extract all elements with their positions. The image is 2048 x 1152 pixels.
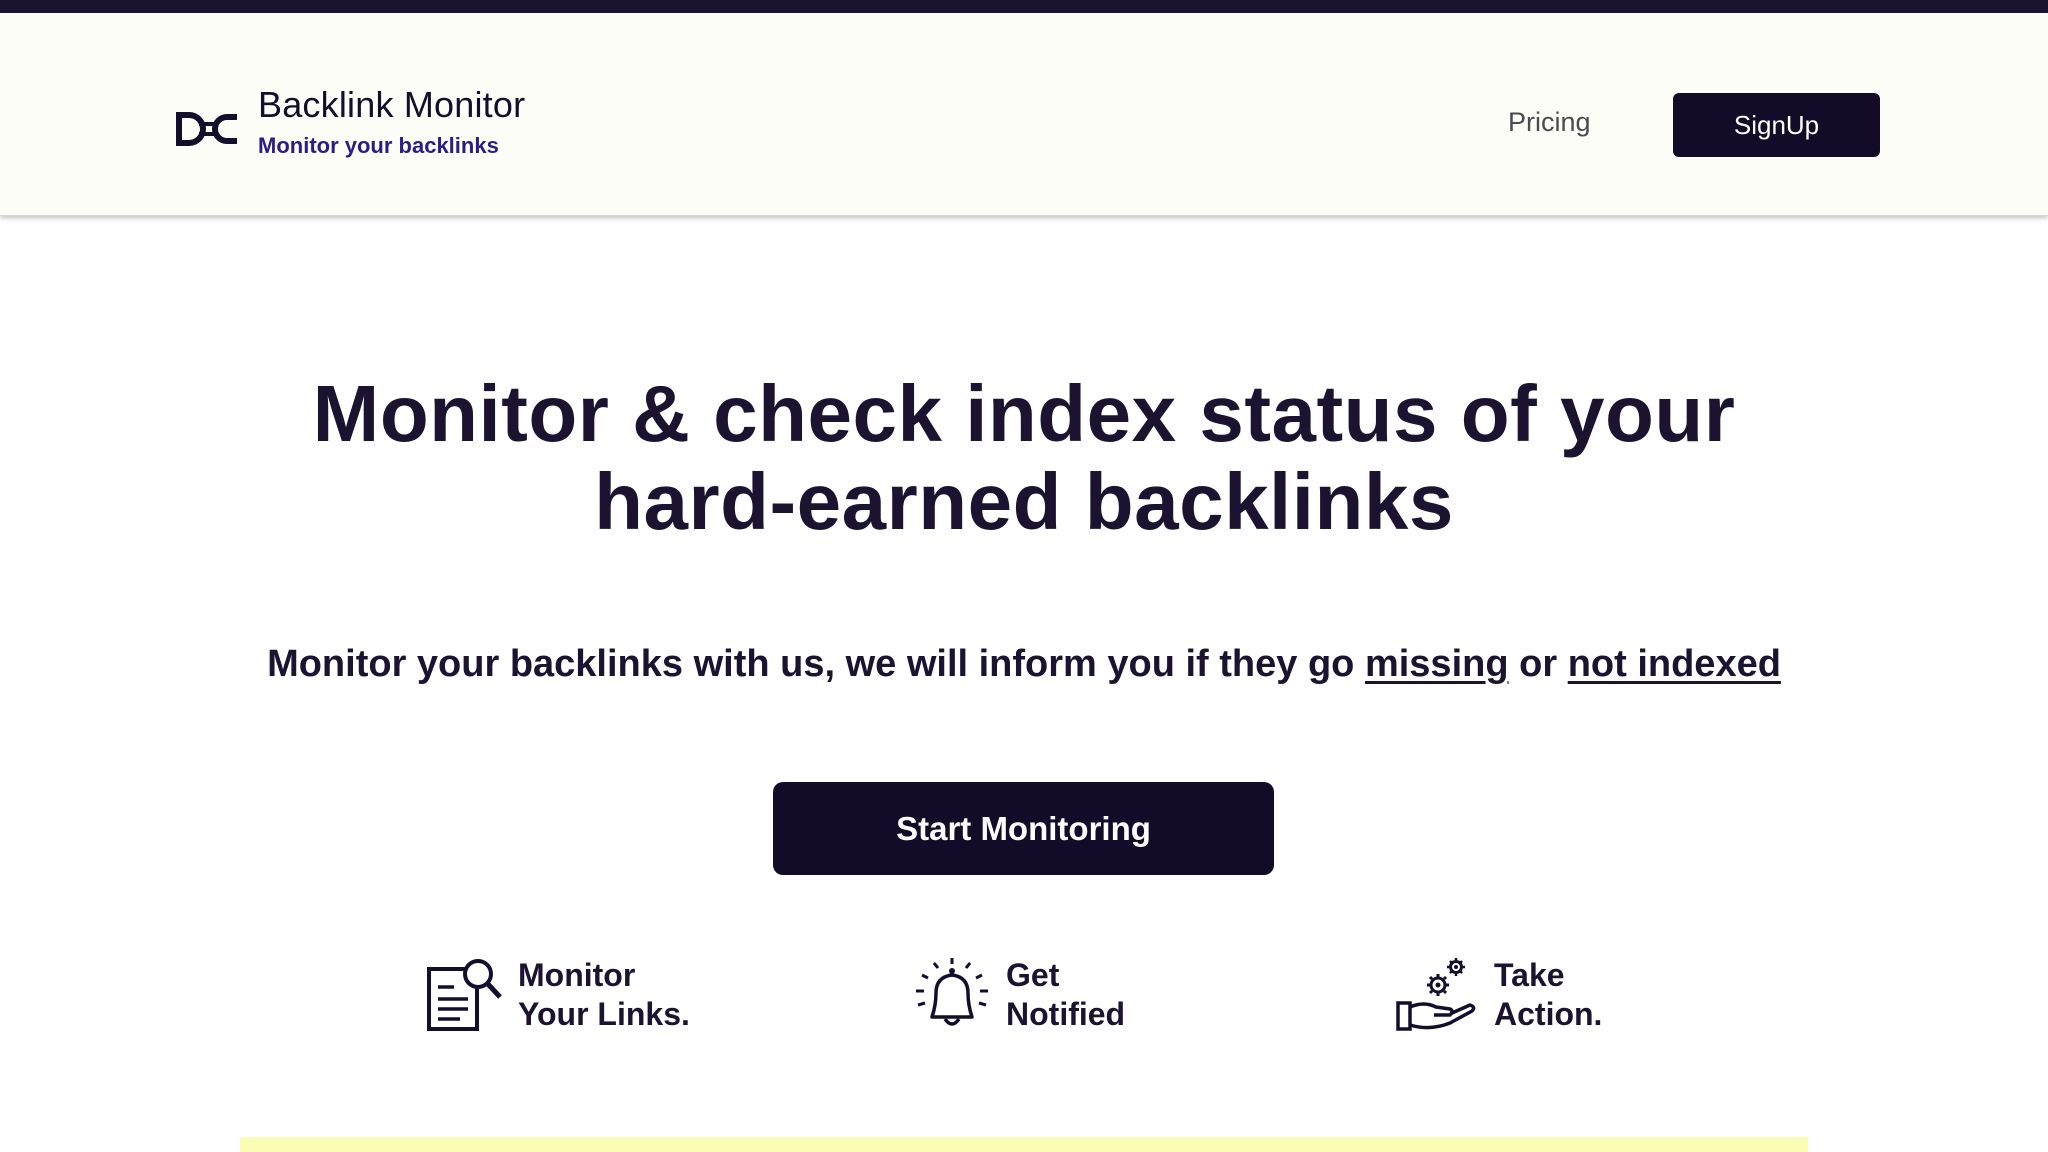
bell-icon [916, 958, 988, 1026]
not-indexed-link[interactable]: not indexed [1568, 643, 1781, 685]
feature-monitor-line1: Monitor [518, 957, 636, 993]
hero-subtitle-text: Monitor your backlinks with us, we will … [267, 643, 1365, 685]
nav-pricing-link[interactable]: Pricing [1502, 90, 1597, 154]
hero-title: Monitor & check index status of your har… [200, 370, 1848, 546]
feature-notified: Get Notified [912, 955, 1125, 1035]
feature-action-line1: Take [1494, 957, 1565, 993]
brand-subtitle: Monitor your backlinks [258, 133, 499, 158]
feature-monitor-line2: Your Links. [518, 996, 690, 1032]
site-header: Backlink Monitor Monitor your backlinks … [0, 13, 2048, 216]
feature-notified-line2: Notified [1006, 996, 1126, 1032]
hero-title-line1: Monitor & check index status of your [312, 369, 1736, 458]
chain-link-logo-icon [176, 112, 237, 146]
top-strip [0, 0, 2048, 13]
missing-link[interactable]: missing [1365, 643, 1509, 685]
feature-action-line2: Action. [1494, 996, 1603, 1032]
feature-monitor: Monitor Your Links. [424, 955, 690, 1035]
document-search-icon [427, 959, 502, 1031]
feature-action: Take Action. [1394, 955, 1602, 1035]
hero-subtitle: Monitor your backlinks with us, we will … [200, 636, 1848, 692]
hero-subtitle-or: or [1508, 643, 1568, 685]
brand-title: Backlink Monitor [258, 84, 526, 125]
brand[interactable]: Backlink Monitor Monitor your backlinks [175, 81, 525, 161]
hand-gears-icon [1396, 958, 1476, 1031]
signup-button[interactable]: SignUp [1673, 93, 1880, 157]
yellow-section-band [240, 1137, 1808, 1152]
start-monitoring-button[interactable]: Start Monitoring [773, 782, 1274, 875]
hero-title-line2: hard-earned backlinks [594, 457, 1454, 546]
feature-notified-line1: Get [1006, 957, 1060, 993]
